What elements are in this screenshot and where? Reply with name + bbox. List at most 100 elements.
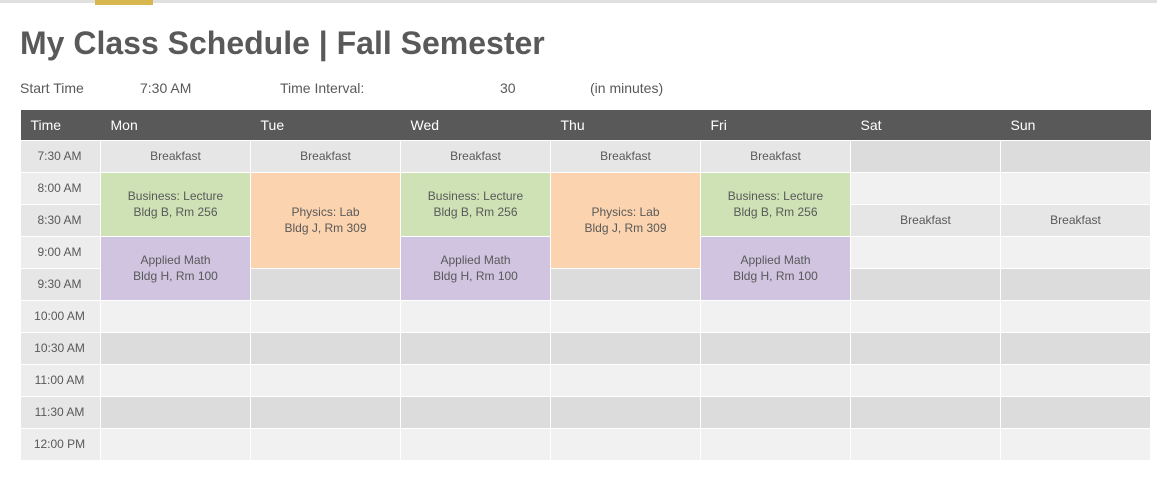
- empty-cell[interactable]: [251, 364, 401, 396]
- empty-cell[interactable]: [1001, 140, 1151, 172]
- empty-cell[interactable]: [851, 236, 1001, 268]
- event-business[interactable]: Business: Lecture Bldg B, Rm 256: [701, 172, 851, 236]
- empty-cell[interactable]: [851, 300, 1001, 332]
- schedule-container: My Class Schedule | Fall Semester Start …: [0, 3, 1157, 461]
- empty-cell[interactable]: [1001, 236, 1151, 268]
- empty-cell[interactable]: [701, 396, 851, 428]
- time-interval-label: Time Interval:: [280, 80, 500, 96]
- empty-cell[interactable]: [551, 332, 701, 364]
- event-breakfast[interactable]: Breakfast: [401, 140, 551, 172]
- empty-cell[interactable]: [701, 364, 851, 396]
- table-row: 11:30 AM: [21, 396, 1151, 428]
- event-breakfast[interactable]: Breakfast: [701, 140, 851, 172]
- empty-cell[interactable]: [101, 332, 251, 364]
- table-row: 10:30 AM: [21, 332, 1151, 364]
- empty-cell[interactable]: [251, 428, 401, 460]
- empty-cell[interactable]: [551, 364, 701, 396]
- controls-row: Start Time 7:30 AM Time Interval: 30 (in…: [20, 80, 1137, 96]
- time-cell: 8:00 AM: [21, 172, 101, 204]
- event-business[interactable]: Business: Lecture Bldg B, Rm 256: [101, 172, 251, 236]
- empty-cell[interactable]: [851, 396, 1001, 428]
- empty-cell[interactable]: [1001, 300, 1151, 332]
- table-row: 11:00 AM: [21, 364, 1151, 396]
- time-cell: 8:30 AM: [21, 204, 101, 236]
- empty-cell[interactable]: [251, 332, 401, 364]
- start-time-label: Start Time: [20, 80, 140, 96]
- event-business[interactable]: Business: Lecture Bldg B, Rm 256: [401, 172, 551, 236]
- event-breakfast[interactable]: Breakfast: [851, 204, 1001, 236]
- empty-cell[interactable]: [851, 172, 1001, 204]
- time-cell: 10:30 AM: [21, 332, 101, 364]
- empty-cell[interactable]: [701, 300, 851, 332]
- event-line2: Bldg H, Rm 100: [103, 268, 248, 284]
- empty-cell[interactable]: [401, 396, 551, 428]
- empty-cell[interactable]: [851, 364, 1001, 396]
- event-line2: Bldg B, Rm 256: [703, 204, 848, 220]
- header-mon: Mon: [101, 110, 251, 140]
- header-sat: Sat: [851, 110, 1001, 140]
- empty-cell[interactable]: [251, 396, 401, 428]
- empty-cell[interactable]: [1001, 268, 1151, 300]
- table-row: 7:30 AM Breakfast Breakfast Breakfast Br…: [21, 140, 1151, 172]
- empty-cell[interactable]: [1001, 396, 1151, 428]
- top-accent-bar: [0, 0, 1157, 3]
- time-interval-value[interactable]: 30: [500, 80, 590, 96]
- empty-cell[interactable]: [551, 268, 701, 300]
- time-cell: 10:00 AM: [21, 300, 101, 332]
- header-wed: Wed: [401, 110, 551, 140]
- event-line2: Bldg J, Rm 309: [253, 220, 398, 236]
- event-breakfast[interactable]: Breakfast: [1001, 204, 1151, 236]
- event-breakfast[interactable]: Breakfast: [551, 140, 701, 172]
- empty-cell[interactable]: [851, 140, 1001, 172]
- empty-cell[interactable]: [251, 300, 401, 332]
- empty-cell[interactable]: [551, 300, 701, 332]
- empty-cell[interactable]: [401, 428, 551, 460]
- empty-cell[interactable]: [551, 428, 701, 460]
- time-cell: 11:30 AM: [21, 396, 101, 428]
- page-title: My Class Schedule | Fall Semester: [20, 25, 1137, 62]
- header-time: Time: [21, 110, 101, 140]
- empty-cell[interactable]: [1001, 172, 1151, 204]
- empty-cell[interactable]: [851, 268, 1001, 300]
- event-line2: Bldg J, Rm 309: [553, 220, 698, 236]
- event-line1: Applied Math: [403, 252, 548, 268]
- empty-cell[interactable]: [251, 268, 401, 300]
- event-math[interactable]: Applied Math Bldg H, Rm 100: [101, 236, 251, 300]
- empty-cell[interactable]: [1001, 364, 1151, 396]
- event-line1: Applied Math: [703, 252, 848, 268]
- time-cell: 9:30 AM: [21, 268, 101, 300]
- header-tue: Tue: [251, 110, 401, 140]
- event-breakfast[interactable]: Breakfast: [251, 140, 401, 172]
- empty-cell[interactable]: [401, 364, 551, 396]
- event-breakfast[interactable]: Breakfast: [101, 140, 251, 172]
- empty-cell[interactable]: [551, 396, 701, 428]
- event-line1: Applied Math: [103, 252, 248, 268]
- empty-cell[interactable]: [851, 332, 1001, 364]
- empty-cell[interactable]: [401, 300, 551, 332]
- empty-cell[interactable]: [701, 332, 851, 364]
- event-line2: Bldg B, Rm 256: [403, 204, 548, 220]
- empty-cell[interactable]: [101, 428, 251, 460]
- event-physics[interactable]: Physics: Lab Bldg J, Rm 309: [551, 172, 701, 268]
- empty-cell[interactable]: [101, 300, 251, 332]
- start-time-value[interactable]: 7:30 AM: [140, 80, 280, 96]
- empty-cell[interactable]: [851, 428, 1001, 460]
- header-thu: Thu: [551, 110, 701, 140]
- empty-cell[interactable]: [1001, 332, 1151, 364]
- empty-cell[interactable]: [1001, 428, 1151, 460]
- time-cell: 11:00 AM: [21, 364, 101, 396]
- time-cell: 12:00 PM: [21, 428, 101, 460]
- event-math[interactable]: Applied Math Bldg H, Rm 100: [701, 236, 851, 300]
- table-row: 12:00 PM: [21, 428, 1151, 460]
- empty-cell[interactable]: [101, 364, 251, 396]
- time-cell: 7:30 AM: [21, 140, 101, 172]
- empty-cell[interactable]: [101, 396, 251, 428]
- event-line1: Business: Lecture: [403, 188, 548, 204]
- header-fri: Fri: [701, 110, 851, 140]
- event-line2: Bldg B, Rm 256: [103, 204, 248, 220]
- event-math[interactable]: Applied Math Bldg H, Rm 100: [401, 236, 551, 300]
- empty-cell[interactable]: [701, 428, 851, 460]
- event-physics[interactable]: Physics: Lab Bldg J, Rm 309: [251, 172, 401, 268]
- empty-cell[interactable]: [401, 332, 551, 364]
- event-line1: Physics: Lab: [553, 204, 698, 220]
